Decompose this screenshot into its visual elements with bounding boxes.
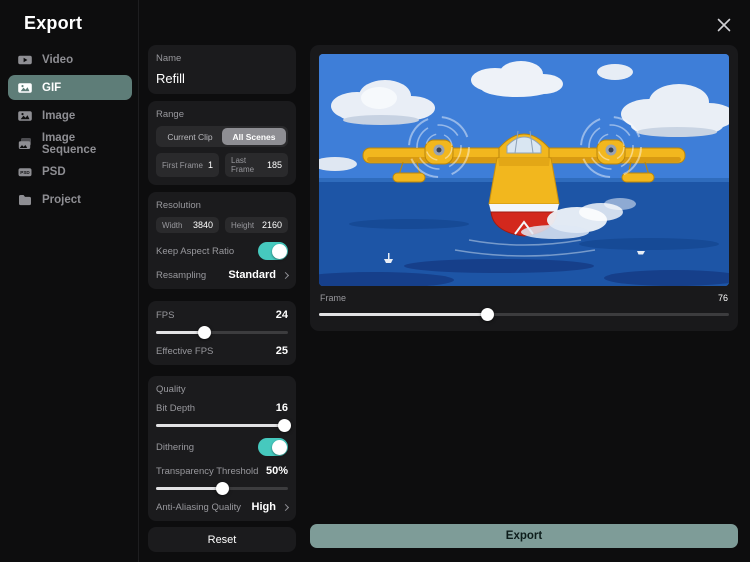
- page-title: Export: [24, 13, 83, 33]
- resampling-value: Standard: [228, 269, 276, 281]
- slider-knob[interactable]: [215, 482, 229, 495]
- sidebar-item-label: GIF: [42, 81, 62, 94]
- frame-row: Frame 76: [319, 293, 729, 303]
- keep-aspect-label: Keep Aspect Ratio: [156, 245, 235, 257]
- gif-icon: [17, 81, 33, 95]
- quality-panel: Quality Bit Depth 16 Dithering Transpare…: [148, 376, 296, 521]
- transparency-label: Transparency Threshold: [156, 465, 259, 477]
- frame-label: Frame: [320, 293, 347, 303]
- quality-label: Quality: [156, 384, 186, 395]
- anti-aliasing-selector[interactable]: High: [251, 501, 290, 513]
- transparency-slider[interactable]: [156, 480, 288, 496]
- height-field[interactable]: Height 2160: [225, 217, 288, 233]
- width-field[interactable]: Width 3840: [156, 217, 219, 233]
- sidebar-item-psd[interactable]: PSD PSD: [8, 159, 132, 184]
- sidebar-item-label: Video: [42, 53, 74, 66]
- sidebar-item-image-sequence[interactable]: Image Sequence: [8, 131, 132, 156]
- segment-current-clip[interactable]: Current Clip: [158, 128, 222, 145]
- sidebar: Video GIF Image Image Sequence PSD PSD P…: [8, 47, 132, 215]
- sidebar-item-label: PSD: [42, 165, 66, 178]
- export-button[interactable]: Export: [310, 524, 738, 548]
- folder-icon: [17, 193, 33, 207]
- sidebar-item-label: Project: [42, 193, 81, 206]
- last-frame-label: Last Frame: [231, 156, 255, 174]
- settings-column: Name Refill Range Current Clip All Scene…: [148, 45, 296, 552]
- slider-fill: [319, 313, 488, 316]
- slider-knob[interactable]: [277, 419, 291, 432]
- frame-value: 76: [717, 293, 728, 303]
- width-label: Width: [162, 220, 183, 230]
- first-frame-value: 1: [207, 160, 213, 170]
- resampling-selector[interactable]: Standard: [228, 269, 290, 281]
- transparency-value: 50%: [265, 465, 288, 477]
- frame-slider[interactable]: [319, 306, 729, 322]
- effective-fps-value: 25: [275, 345, 288, 357]
- sidebar-item-gif[interactable]: GIF: [8, 75, 132, 100]
- fps-value: 24: [275, 309, 288, 321]
- close-icon[interactable]: [712, 13, 736, 37]
- sidebar-item-video[interactable]: Video: [8, 47, 132, 72]
- reset-button[interactable]: Reset: [148, 527, 296, 552]
- first-frame-field[interactable]: First Frame 1: [156, 153, 219, 177]
- sidebar-item-project[interactable]: Project: [8, 187, 132, 212]
- sidebar-item-image[interactable]: Image: [8, 103, 132, 128]
- sidebar-item-label: Image Sequence: [41, 131, 97, 156]
- name-panel: Name Refill: [148, 45, 296, 94]
- image-sequence-icon: [17, 137, 33, 151]
- bit-depth-value: 16: [275, 402, 288, 414]
- sidebar-item-label: Image: [42, 109, 76, 122]
- name-field[interactable]: Refill: [156, 71, 288, 86]
- name-label: Name: [156, 53, 182, 64]
- slider-fill: [156, 424, 285, 427]
- keep-aspect-toggle[interactable]: [258, 242, 288, 260]
- resolution-panel: Resolution Width 3840 Height 2160 Keep A…: [148, 192, 296, 289]
- first-frame-label: First Frame: [162, 160, 203, 170]
- effective-fps-label: Effective FPS: [156, 345, 214, 357]
- slider-knob[interactable]: [198, 326, 212, 339]
- height-value: 2160: [261, 220, 282, 230]
- bit-depth-slider[interactable]: [156, 417, 291, 433]
- range-label: Range: [156, 109, 184, 120]
- dithering-toggle[interactable]: [258, 438, 288, 456]
- slider-fill: [156, 487, 222, 490]
- chevron-right-icon: [281, 271, 290, 279]
- sidebar-divider: [138, 0, 139, 562]
- svg-text:PSD: PSD: [20, 170, 30, 175]
- fps-label: FPS: [156, 309, 175, 321]
- last-frame-field[interactable]: Last Frame 185: [225, 153, 288, 177]
- slider-knob[interactable]: [480, 308, 494, 321]
- anti-aliasing-value: High: [251, 501, 276, 513]
- seaplane-illustration: [319, 54, 729, 286]
- psd-icon: PSD: [17, 165, 33, 179]
- fps-panel: FPS 24 Effective FPS 25: [148, 301, 296, 365]
- resampling-label: Resampling: [156, 269, 207, 281]
- dithering-label: Dithering: [156, 441, 195, 453]
- image-icon: [17, 109, 33, 123]
- export-dialog: Export Video GIF Image Image Sequence PS…: [0, 0, 750, 562]
- resolution-label: Resolution: [156, 200, 201, 211]
- chevron-right-icon: [281, 503, 290, 511]
- preview-panel: Frame 76: [310, 45, 738, 331]
- range-panel: Range Current Clip All Scenes First Fram…: [148, 101, 296, 185]
- last-frame-value: 185: [266, 160, 282, 170]
- width-value: 3840: [192, 220, 213, 230]
- bit-depth-label: Bit Depth: [156, 402, 196, 414]
- preview-image: [319, 54, 729, 286]
- segment-all-scenes[interactable]: All Scenes: [222, 128, 286, 145]
- anti-aliasing-label: Anti-Aliasing Quality: [156, 501, 242, 513]
- height-label: Height: [231, 220, 255, 230]
- fps-slider[interactable]: [156, 324, 288, 340]
- video-icon: [17, 53, 33, 67]
- range-segmented-control: Current Clip All Scenes: [156, 126, 288, 147]
